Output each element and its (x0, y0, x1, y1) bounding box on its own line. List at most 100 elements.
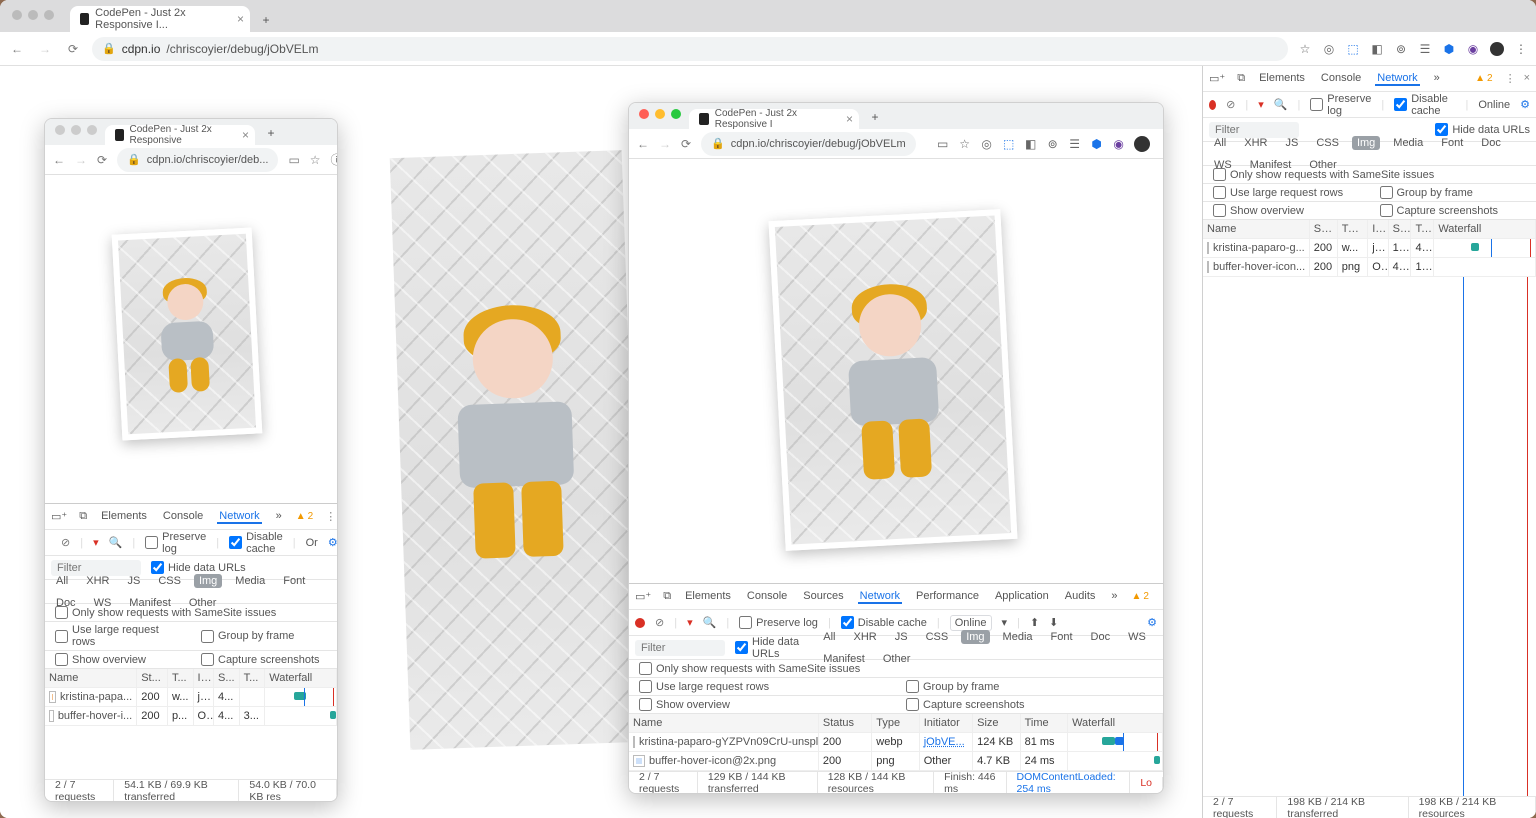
dt-tab-performance[interactable]: Performance (914, 590, 981, 604)
back-button[interactable]: ← (8, 42, 26, 56)
type-pill[interactable]: Font (1436, 136, 1468, 150)
address-field[interactable]: 🔒 cdpn.io/chriscoyier/debug/jObVELm (701, 132, 916, 156)
filter-icon[interactable]: ▾ (1258, 98, 1264, 111)
profile-avatar[interactable] (1134, 136, 1150, 152)
ext-icon[interactable]: ☰ (1418, 42, 1432, 56)
type-pill[interactable]: JS (890, 630, 913, 644)
warning-badge[interactable]: ▲ 2 (296, 511, 313, 522)
type-pill[interactable]: Media (1388, 136, 1428, 150)
large-rows-checkbox[interactable]: Use large request rows (639, 680, 769, 693)
type-pill[interactable]: Media (230, 574, 270, 588)
clear-button[interactable]: ⊘ (655, 616, 664, 629)
dt-tab-more[interactable]: » (1109, 590, 1119, 604)
browser-tab[interactable]: CodePen - Just 2x Responsive I... × (70, 6, 250, 32)
search-icon[interactable]: 🔍 (1274, 98, 1288, 111)
throttle-label[interactable]: Online (1478, 99, 1510, 111)
samesite-checkbox[interactable]: Only show requests with SameSite issues (55, 606, 276, 619)
inspect-icon[interactable]: ▭⁺ (635, 590, 651, 603)
star-icon[interactable]: ☆ (310, 153, 321, 167)
dt-tab-console[interactable]: Console (1319, 72, 1363, 86)
table-header[interactable]: NameSt...T...I...S...T...Waterfall (45, 669, 337, 688)
warning-badge[interactable]: ▲ 2 (1475, 73, 1492, 84)
table-header[interactable]: NameSta...TypeI...S...T...Waterfall (1203, 220, 1536, 239)
type-pill[interactable]: CSS (921, 630, 954, 644)
inspect-icon[interactable]: ▭⁺ (51, 510, 67, 523)
group-frame-checkbox[interactable]: Group by frame (201, 630, 294, 643)
ext-icon[interactable]: ◎ (1322, 42, 1336, 56)
search-icon[interactable]: 🔍 (703, 616, 717, 629)
close-icon[interactable]: × (237, 12, 244, 26)
device-icon[interactable]: ⧉ (79, 510, 87, 523)
device-icon[interactable]: ⧉ (663, 590, 671, 603)
window-traffic-lights[interactable] (639, 109, 681, 119)
filter-icon[interactable]: ▾ (687, 616, 693, 629)
kebab-menu-icon[interactable]: ⋮ (1505, 72, 1516, 85)
type-pill[interactable]: JS (1280, 136, 1303, 150)
capture-screenshots-checkbox[interactable]: Capture screenshots (906, 698, 1025, 711)
kebab-menu-icon[interactable]: ⋮ (1158, 137, 1164, 151)
dt-tab-console[interactable]: Console (161, 510, 205, 524)
dt-tab-network[interactable]: Network (1375, 72, 1419, 86)
back-button[interactable]: ← (637, 137, 649, 151)
preserve-log-checkbox[interactable]: Preserve log (145, 531, 206, 555)
dt-tab-more[interactable]: » (1432, 72, 1442, 86)
type-pill[interactable]: JS (122, 574, 145, 588)
ext-icon[interactable]: ◉ (1112, 137, 1126, 151)
new-tab-button[interactable]: + (863, 105, 887, 129)
device-icon[interactable]: ⧉ (1237, 72, 1245, 85)
table-row[interactable]: buffer-hover-icon... 200pngO...4...1... (1203, 258, 1536, 277)
chevron-down-icon[interactable]: ▾ (1002, 616, 1008, 629)
filter-icon[interactable]: ▾ (93, 536, 99, 549)
disable-cache-checkbox[interactable]: Disable cache (229, 531, 283, 555)
group-frame-checkbox[interactable]: Group by frame (906, 680, 999, 693)
settings-icon[interactable]: ⚙ (328, 536, 338, 549)
samesite-checkbox[interactable]: Only show requests with SameSite issues (639, 662, 860, 675)
profile-avatar[interactable] (1490, 42, 1504, 56)
show-overview-checkbox[interactable]: Show overview (639, 698, 730, 711)
ext-icon[interactable]: ◉ (1466, 42, 1480, 56)
type-pill[interactable]: All (1209, 136, 1231, 150)
dt-tab-more[interactable]: » (274, 510, 284, 524)
forward-button[interactable]: → (659, 137, 671, 151)
ext-icon[interactable]: ⬚ (1346, 42, 1360, 56)
dt-tab-network[interactable]: Network (858, 590, 902, 604)
record-button[interactable] (1209, 100, 1216, 110)
close-icon[interactable]: × (242, 128, 249, 142)
show-overview-checkbox[interactable]: Show overview (55, 653, 146, 666)
dt-tab-sources[interactable]: Sources (801, 590, 845, 604)
ext-icon[interactable]: ◧ (1024, 137, 1038, 151)
type-pill[interactable]: XHR (81, 574, 114, 588)
warning-badge[interactable]: ▲ 2 (1132, 591, 1149, 602)
record-button[interactable] (635, 618, 645, 628)
table-header[interactable]: NameStatusTypeInitiatorSizeTimeWaterfall (629, 714, 1163, 733)
type-pill[interactable]: CSS (153, 574, 186, 588)
ext-icon[interactable]: ⊚ (1046, 137, 1060, 151)
preserve-log-checkbox[interactable]: Preserve log (739, 616, 818, 629)
kebab-menu-icon[interactable]: ⋮ (325, 510, 336, 523)
address-field[interactable]: 🔒 cdpn.io/chriscoyier/debug/jObVELm (92, 37, 1288, 61)
type-pill[interactable]: WS (1123, 630, 1151, 644)
new-tab-button[interactable]: + (254, 8, 278, 32)
dt-tab-elements[interactable]: Elements (1257, 72, 1307, 86)
large-rows-checkbox[interactable]: Use large request rows (55, 624, 181, 648)
forward-button[interactable]: → (36, 42, 54, 56)
disable-cache-checkbox[interactable]: Disable cache (841, 616, 927, 629)
dt-tab-audits[interactable]: Audits (1063, 590, 1098, 604)
window-traffic-lights[interactable] (55, 125, 97, 135)
table-row[interactable]: kristina-papa... 200w...j...4... (45, 688, 337, 707)
type-pill[interactable]: CSS (1311, 136, 1344, 150)
type-pill[interactable]: Doc (1476, 136, 1506, 150)
settings-icon[interactable]: ⚙ (1520, 98, 1530, 111)
reload-button[interactable]: ⟳ (64, 42, 82, 56)
dt-tab-elements[interactable]: Elements (683, 590, 733, 604)
type-pill[interactable]: Doc (1086, 630, 1116, 644)
dt-tab-application[interactable]: Application (993, 590, 1051, 604)
table-row[interactable]: buffer-hover-i... 200p...O...4...3... (45, 707, 337, 726)
close-icon[interactable]: × (846, 112, 853, 126)
hide-data-urls-checkbox[interactable]: Hide data URLs (151, 561, 246, 574)
reader-icon[interactable]: ▭ (936, 137, 950, 151)
star-icon[interactable]: ☆ (958, 137, 972, 151)
ext-icon[interactable]: ⬚ (1002, 137, 1016, 151)
group-frame-checkbox[interactable]: Group by frame (1380, 186, 1473, 199)
clear-button[interactable]: ⊘ (1226, 98, 1235, 111)
